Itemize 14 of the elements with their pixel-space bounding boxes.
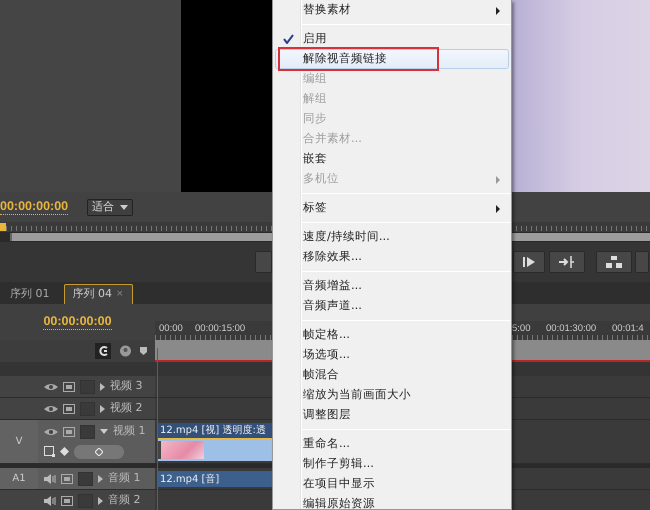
- track-name: 音频 2: [108, 492, 140, 508]
- ruler-time-label: 00:01:30:00: [546, 322, 596, 336]
- track-label: A1: [0, 468, 38, 489]
- track-name: 音频 1: [108, 470, 140, 486]
- ruler-time-label: 00:01:4: [612, 322, 644, 336]
- track-label: V: [0, 420, 38, 463]
- ruler-time-label: 00:00: [159, 322, 183, 336]
- ruler-time-label: 5:00: [512, 322, 530, 336]
- track-name: 视频 2: [110, 400, 142, 416]
- ruler-time-label: 00:00:15:00: [195, 322, 246, 336]
- clip-title: 12.mp4 [音]: [158, 471, 272, 487]
- track-name: 视频 1: [113, 423, 146, 440]
- track-name: 视频 3: [110, 378, 142, 394]
- clip-title: 12.mp4 [视] 透明度:透: [158, 423, 272, 438]
